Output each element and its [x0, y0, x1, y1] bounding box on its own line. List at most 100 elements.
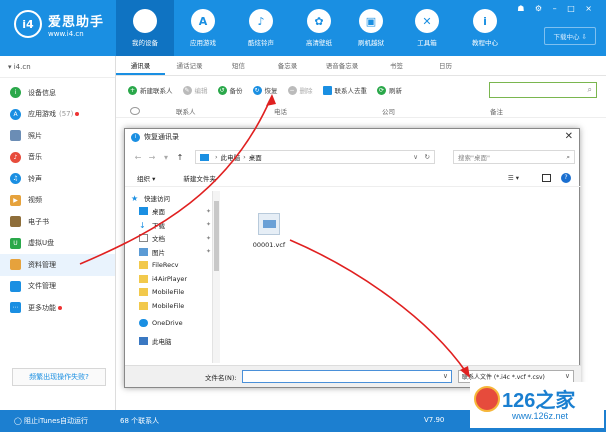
- breadcrumb-current[interactable]: 桌面: [249, 152, 262, 162]
- view-options-button[interactable]: ☰ ▾: [508, 174, 519, 182]
- help-button[interactable]: 频繁出现操作失败?: [12, 368, 106, 386]
- organize-menu[interactable]: 组织 ▾: [137, 173, 155, 183]
- tree-item-pictures[interactable]: 图片 ✦: [125, 245, 221, 259]
- sidebar-item-label: 照片: [28, 131, 42, 140]
- sidebar-item-ebooks[interactable]: 电子书: [0, 211, 115, 233]
- scroll-thumb[interactable]: [214, 201, 219, 271]
- tree-item-desktop[interactable]: 桌面 ✦: [125, 205, 221, 219]
- download-center-button[interactable]: 下载中心 ⇩: [544, 27, 596, 45]
- tree-item-folder[interactable]: MobileFile: [125, 286, 221, 300]
- history-dropdown-icon[interactable]: ▾: [159, 153, 173, 162]
- file-item[interactable]: 00001.vcf: [243, 213, 295, 249]
- tab-calendar[interactable]: 日历: [421, 56, 470, 75]
- block-itunes-toggle[interactable]: ◯ 阻止iTunes自动运行: [14, 416, 88, 426]
- sidebar-item-music[interactable]: ♪ 音乐: [0, 147, 115, 169]
- select-all-checkbox[interactable]: [130, 106, 140, 115]
- tree-item-folder[interactable]: i4AirPlayer: [125, 272, 221, 286]
- backup-icon: ↺: [217, 85, 227, 95]
- sidebar-item-videos[interactable]: ▶ 视频: [0, 190, 115, 212]
- close-button[interactable]: ✕: [565, 131, 573, 142]
- dedupe-contacts-button[interactable]: 联系人去重: [322, 85, 368, 95]
- nav-ringtones[interactable]: ♪ 酷炫铃声: [232, 0, 290, 56]
- sidebar-item-apps[interactable]: A 应用游戏 (57): [0, 104, 115, 126]
- new-contact-button[interactable]: + 新建联系人: [128, 85, 173, 95]
- column-header[interactable]: 联系人: [176, 106, 196, 116]
- nav-wallpapers[interactable]: ✿ 高清壁纸: [290, 0, 348, 56]
- breadcrumb-root[interactable]: 此电脑: [221, 152, 241, 162]
- help-icon[interactable]: ?: [561, 172, 571, 183]
- restore-button[interactable]: ↻ 恢复: [252, 85, 278, 95]
- forward-icon[interactable]: →: [145, 153, 159, 162]
- sidebar-item-more[interactable]: ⋯ 更多功能: [0, 297, 115, 319]
- dialog-search-input[interactable]: 搜索"桌面" ⌕: [453, 150, 575, 164]
- tab-bookmarks[interactable]: 书签: [372, 56, 421, 75]
- folder-icon: [139, 261, 148, 270]
- watermark-brand: 126之家: [502, 390, 576, 412]
- tree-item-onedrive[interactable]: OneDrive: [125, 317, 221, 331]
- tab-notes[interactable]: 备忘录: [263, 56, 312, 75]
- new-folder-button[interactable]: 新建文件夹: [183, 173, 216, 183]
- up-icon[interactable]: ↑: [173, 153, 187, 162]
- tree-label: MobileFile: [152, 288, 185, 297]
- nav-flash-jailbreak[interactable]: ▣ 刷机越狱: [342, 0, 400, 56]
- app-count-badge: (57): [59, 110, 74, 119]
- sidebar-item-ringtones[interactable]: ♫ 铃声: [0, 168, 115, 190]
- tree-item-folder[interactable]: MobileFile: [125, 299, 221, 313]
- tab-contacts[interactable]: 通讯录: [116, 56, 165, 75]
- chevron-down-icon[interactable]: ∨: [413, 153, 418, 161]
- sidebar-item-photos[interactable]: 照片: [0, 125, 115, 147]
- button-label: 恢复: [264, 87, 278, 95]
- refresh-icon[interactable]: ↻: [425, 153, 430, 161]
- pin-icon: ✦: [205, 221, 211, 229]
- usb-icon: U: [10, 237, 21, 249]
- i4-icon: i: [131, 132, 140, 142]
- contact-search-input[interactable]: ⌕: [489, 82, 597, 98]
- tree-item-this-pc[interactable]: 此电脑: [125, 334, 221, 348]
- tree-item-quick-access[interactable]: ★ 快速访问: [125, 191, 221, 205]
- nav-tutorials[interactable]: i 教程中心: [456, 0, 514, 56]
- path-breadcrumb[interactable]: › 此电脑 › 桌面 ∨ ↻: [195, 150, 435, 164]
- sidebar-item-usb-drive[interactable]: U 虚拟U盘: [0, 233, 115, 255]
- notification-dot: [75, 112, 80, 117]
- bell-icon: ♫: [10, 173, 21, 185]
- button-label: 联系人去重: [334, 87, 368, 95]
- window-controls[interactable]: ☗ ⚙ – □ ×: [517, 4, 596, 13]
- tab-sms[interactable]: 短信: [214, 56, 263, 75]
- backup-button[interactable]: ↺ 备份: [217, 85, 243, 95]
- preview-pane-icon[interactable]: [542, 173, 551, 182]
- desktop-icon: [139, 207, 148, 216]
- video-icon: ▶: [10, 194, 21, 206]
- tab-voice-memos[interactable]: 语音备忘录: [312, 56, 372, 75]
- column-header[interactable]: 公司: [382, 106, 395, 116]
- filename-input[interactable]: ∨: [242, 370, 452, 383]
- sidebar-item-data-management[interactable]: 资料管理: [0, 254, 115, 276]
- dedupe-icon: [322, 85, 332, 95]
- tree-item-downloads[interactable]: ↓ 下载 ✦: [125, 218, 221, 232]
- sidebar-item-label: 文件管理: [28, 282, 56, 291]
- tree-label: 快速访问: [144, 194, 170, 203]
- sidebar-item-label: 资料管理: [28, 260, 56, 269]
- tree-item-documents[interactable]: 文档 ✦: [125, 232, 221, 246]
- tree-scrollbar[interactable]: [212, 191, 220, 363]
- tab-call-log[interactable]: 通话记录: [165, 56, 214, 75]
- column-header[interactable]: 备注: [490, 106, 503, 116]
- sidebar-item-file-management[interactable]: 文件管理: [0, 276, 115, 298]
- refresh-button[interactable]: ⟳ 刷新: [377, 85, 402, 95]
- download-icon: ↓: [139, 220, 146, 230]
- chevron-down-icon[interactable]: ∨: [443, 372, 448, 380]
- column-header[interactable]: 电话: [274, 106, 287, 116]
- notification-dot: [58, 305, 62, 310]
- back-icon[interactable]: ←: [131, 153, 145, 162]
- device-selector[interactable]: ▾ i4.cn: [0, 56, 115, 78]
- edit-button[interactable]: ✎ 编辑: [182, 85, 208, 95]
- sidebar-item-label: 电子书: [28, 217, 49, 226]
- nav-label: 高清壁纸: [306, 39, 332, 47]
- sidebar-item-device-info[interactable]: i 设备信息: [0, 82, 115, 104]
- nav-apps[interactable]: A 应用游戏: [174, 0, 232, 56]
- nav-my-device[interactable]: 我的设备: [116, 0, 174, 56]
- filetype-value: 联系人文件 (*.i4c *.vcf *.csv): [462, 374, 545, 381]
- nav-toolbox[interactable]: ✕ 工具箱: [398, 0, 456, 56]
- tree-item-folder[interactable]: FileRecv: [125, 259, 221, 273]
- chevron-down-icon: ∨: [564, 372, 570, 380]
- delete-button[interactable]: − 删除: [287, 85, 313, 95]
